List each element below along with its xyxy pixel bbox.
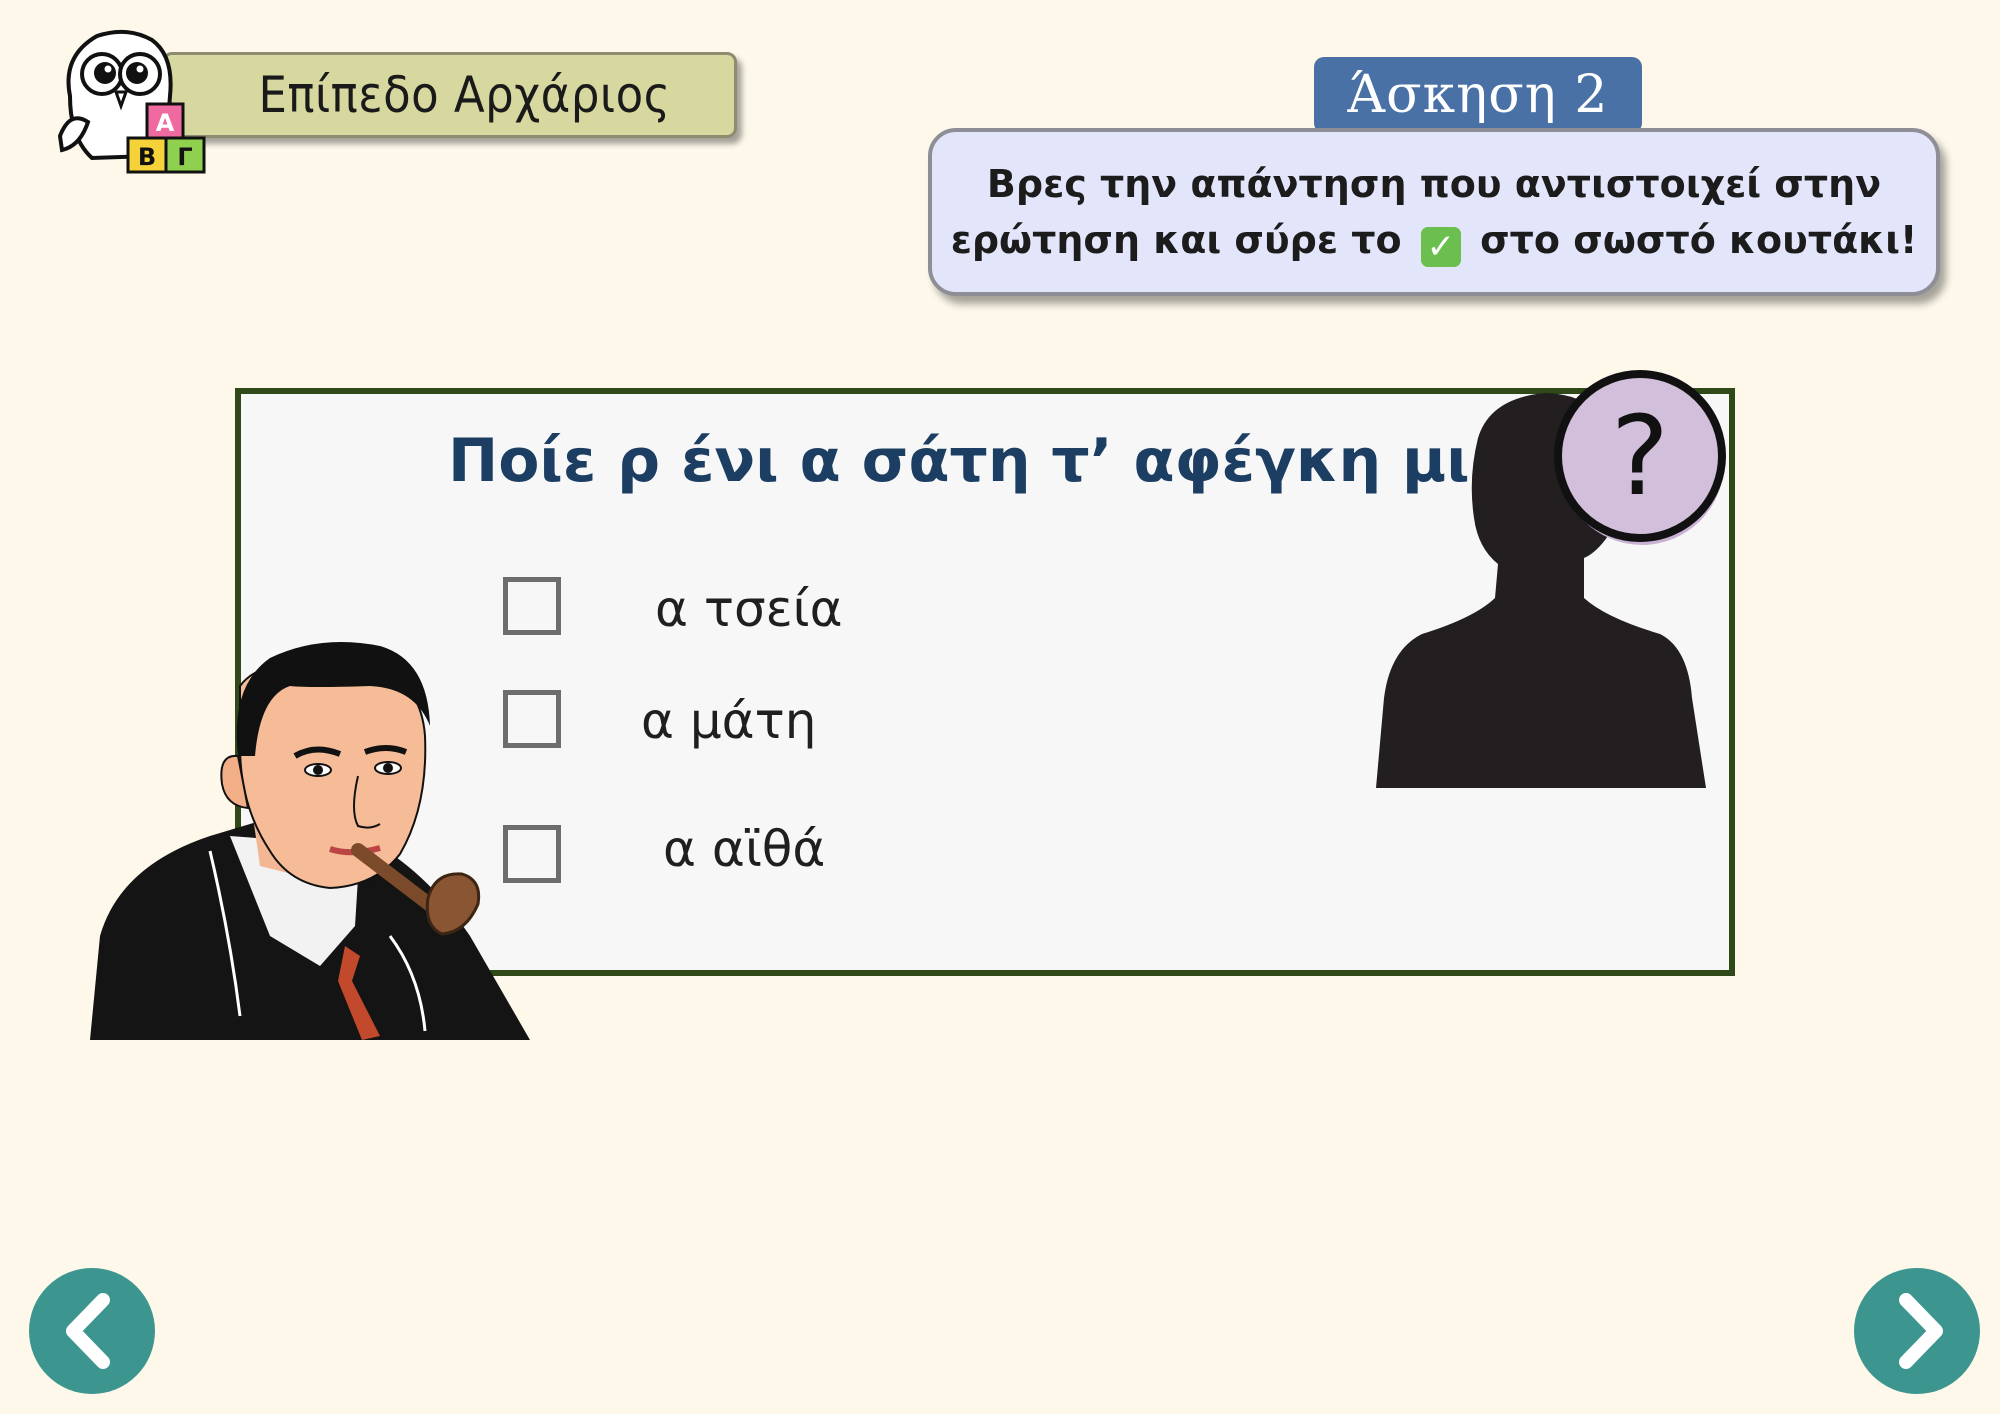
exercise-label: Άσκηση 2	[1347, 65, 1609, 125]
exercise-tag: Άσκηση 2	[1314, 57, 1642, 133]
chevron-right-icon	[1899, 1293, 1943, 1369]
previous-button[interactable]	[29, 1268, 155, 1394]
answer-label-1: α τσεία	[655, 580, 843, 638]
level-label: Επίπεδο Αρχάριος	[258, 66, 671, 124]
svg-text:Γ: Γ	[177, 143, 192, 171]
level-badge: Επίπεδο Αρχάριος Α Β Γ	[52, 26, 737, 186]
chevron-left-icon	[66, 1293, 110, 1369]
question-title: Ποίε ρ ένι α σάτη τ’ αφέγκη μι;	[448, 426, 1494, 496]
answer-label-2: α μάτη	[641, 692, 817, 750]
instruction-line-2-start: ερώτηση και σύρε το	[950, 218, 1402, 262]
instruction-line-2-end: στο σωστό κουτάκι!	[1480, 218, 1918, 262]
answer-label-3: α αϊθά	[663, 820, 826, 878]
instruction-line-2: ερώτηση και σύρε το ✓ στο σωστό κουτάκι!	[950, 212, 1918, 268]
next-button[interactable]	[1854, 1268, 1980, 1394]
answer-checkbox-1[interactable]	[503, 577, 561, 635]
check-mark-icon: ✓	[1420, 227, 1461, 267]
instruction-box: Βρες την απάντηση που αντιστοιχεί στην ε…	[928, 128, 1940, 296]
man-with-pipe-illustration	[90, 642, 530, 1040]
instruction-line-1: Βρες την απάντηση που αντιστοιχεί στην	[986, 162, 1882, 206]
question-mark-glyph: ?	[1611, 392, 1669, 520]
svg-text:Α: Α	[156, 109, 175, 137]
owl-abc-blocks-icon: Α Β Γ	[57, 29, 206, 174]
level-banner: Επίπεδο Αρχάριος	[162, 52, 737, 138]
question-mark-icon: ?	[1554, 370, 1726, 545]
svg-text:Β: Β	[138, 143, 156, 171]
